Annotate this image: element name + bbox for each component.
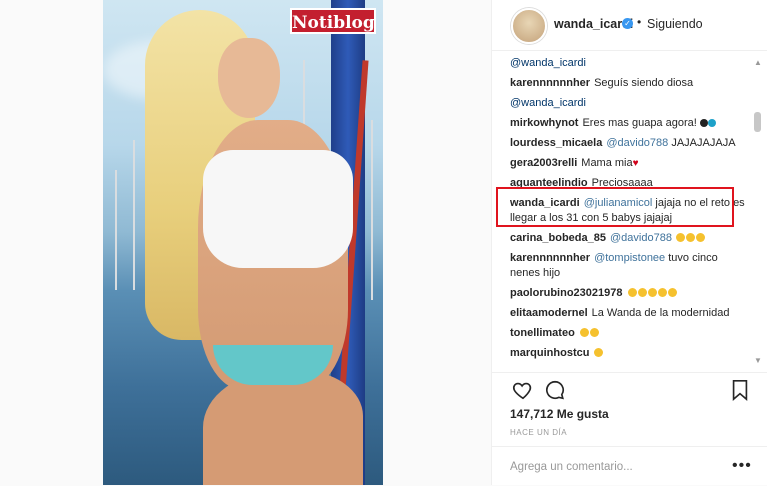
comment-mention[interactable]: @wanda_icardi <box>510 97 586 109</box>
likes-count[interactable]: 147,712 Me gusta <box>510 407 609 421</box>
comment: paolorubino23021978 <box>510 286 750 301</box>
more-options-icon[interactable]: ••• <box>732 457 752 475</box>
scroll-up-icon[interactable]: ▲ <box>754 58 762 67</box>
comment-username[interactable]: karennnnnnher <box>510 77 590 89</box>
separator-dot: • <box>637 15 642 29</box>
avatar[interactable] <box>511 8 547 44</box>
highlight-box <box>496 187 734 227</box>
comment-mention[interactable]: @tompistonee <box>594 252 665 264</box>
verified-badge-icon: ✓ <box>622 18 633 29</box>
post-timestamp: HACE UN DÍA <box>510 428 568 437</box>
comment-text: Seguís siendo diosa <box>594 77 694 89</box>
comment: elitaamodernel La Wanda de la modernidad <box>510 306 750 321</box>
heart-emoji-icon: ♥ <box>632 158 639 169</box>
leg <box>203 370 363 485</box>
comment-bubble-icon[interactable] <box>544 379 566 406</box>
comment-username[interactable]: karennnnnnher <box>510 252 590 264</box>
comment-username[interactable]: carina_bobeda_85 <box>510 232 606 244</box>
comment-username[interactable]: paolorubino23021978 <box>510 287 623 299</box>
add-comment-bar: Agrega un comentario... ••• <box>492 446 767 486</box>
comment-text: Eres mas guapa agora! <box>582 117 697 129</box>
boat-mast <box>133 140 135 290</box>
comment: marquinhostcu <box>510 346 750 361</box>
scrollbar-thumb[interactable] <box>754 112 761 132</box>
bookmark-icon[interactable] <box>730 379 750 406</box>
emoji-icon <box>627 288 637 297</box>
scroll-down-icon[interactable]: ▼ <box>754 356 762 365</box>
boat-mast <box>371 120 373 300</box>
notiblog-logo: Notiblog <box>290 8 376 34</box>
emoji-icon <box>686 233 695 242</box>
comment: mirkowhynot Eres mas guapa agora! <box>510 116 750 131</box>
post-photo[interactable]: Notiblog <box>103 0 383 485</box>
emoji-icon <box>667 288 677 297</box>
add-comment-input[interactable]: Agrega un comentario... <box>510 461 633 473</box>
comment-text: Mama mia <box>581 157 633 169</box>
like-heart-icon[interactable] <box>512 379 534 406</box>
comment: @wanda_icardi <box>510 56 750 71</box>
comment-username[interactable]: marquinhostcu <box>510 347 589 359</box>
comment-username[interactable]: tonellimateo <box>510 327 575 339</box>
emoji-icon <box>696 233 705 242</box>
instagram-post-view: Notiblog wanda_icardi ✓ • Siguiendo @wan… <box>0 0 767 485</box>
emoji-icon <box>637 288 647 297</box>
emoji-icon <box>647 288 657 297</box>
comment-mention[interactable]: @davido788 <box>610 232 672 244</box>
comment: gera2003relli Mama mia♥ <box>510 156 750 171</box>
face <box>218 38 280 118</box>
follow-status-button[interactable]: Siguiendo <box>647 17 703 31</box>
emoji-icon <box>707 119 716 127</box>
comment: lourdess_micaela @davido788 JAJAJAJAJA <box>510 136 750 151</box>
comment: tonellimateo <box>510 326 750 341</box>
comment-text: La Wanda de la modernidad <box>591 307 730 319</box>
comment-username[interactable]: gera2003relli <box>510 157 577 169</box>
post-sidebar: wanda_icardi ✓ • Siguiendo @wanda_icardi… <box>491 0 767 485</box>
comment-text: JAJAJAJAJA <box>671 137 736 149</box>
comment: carina_bobeda_85 @davido788 <box>510 231 750 246</box>
emoji-icon <box>579 328 589 337</box>
emoji-icon <box>699 119 708 127</box>
comment-username[interactable]: lourdess_micaela <box>510 137 602 149</box>
scrollbar-track[interactable] <box>754 56 761 366</box>
boat-mast <box>115 170 117 290</box>
emoji-icon <box>676 233 685 242</box>
emoji-icon <box>657 288 667 297</box>
comment: karennnnnnher @tompistonee tuvo cinco nen… <box>510 251 750 281</box>
emoji-icon <box>589 328 599 337</box>
comment: @wanda_icardi <box>510 96 750 111</box>
top <box>203 150 353 268</box>
action-bar <box>492 372 767 409</box>
post-header: wanda_icardi ✓ • Siguiendo <box>492 0 767 51</box>
comment-username[interactable]: elitaamodernel <box>510 307 588 319</box>
comment-username[interactable]: mirkowhynot <box>510 117 578 129</box>
comment-mention[interactable]: @wanda_icardi <box>510 57 586 69</box>
comment: karennnnnnher Seguís siendo diosa <box>510 76 750 91</box>
emoji-icon <box>594 348 604 357</box>
comment-mention[interactable]: @davido788 <box>606 137 668 149</box>
